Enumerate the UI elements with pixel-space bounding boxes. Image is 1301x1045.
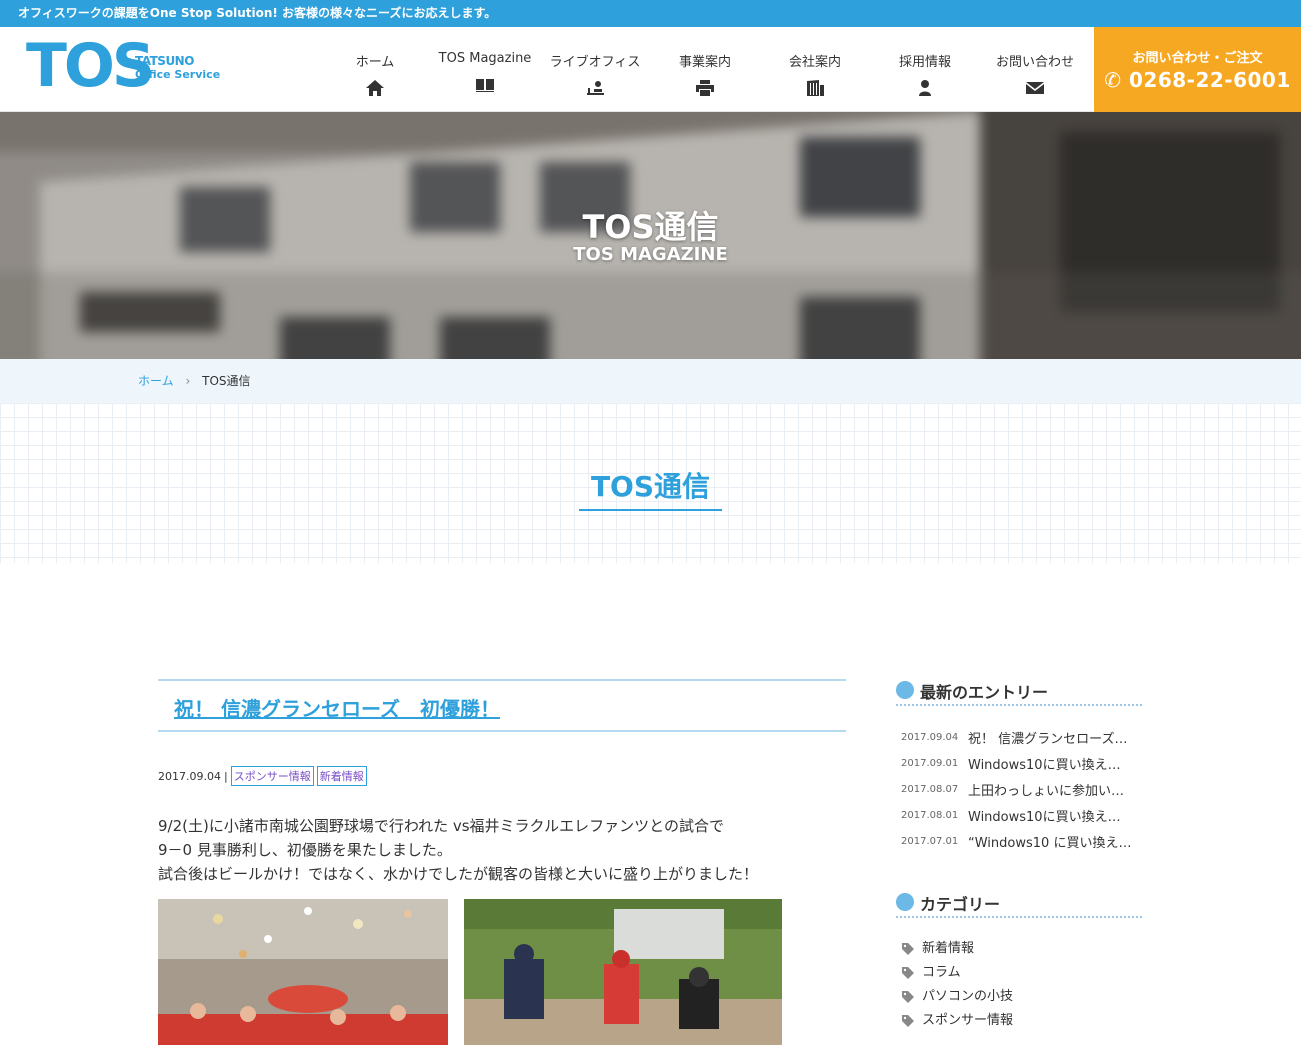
heading-bullet-icon — [896, 893, 914, 911]
nav-item-magazine[interactable]: TOS Magazine — [430, 27, 540, 112]
site-logo[interactable]: TOS TATSUNO Office Service — [26, 31, 226, 101]
logo-main-text: TOS — [26, 31, 155, 101]
article-date: 2017.09.04 — [158, 769, 221, 783]
tag-icon — [902, 1012, 914, 1027]
article-body: 9/2(土)に小諸市南城公園野球場で行われた vs福井ミラクルエレファンツとの試… — [158, 814, 758, 886]
top-announcement-bar: オフィスワークの課題をOne Stop Solution! お客様の様々なニーズ… — [0, 0, 1301, 27]
contact-title: お問い合わせ・ご注文 — [1132, 51, 1263, 66]
latest-entry-item[interactable]: 2017.09.01 Windows10に買い換え… — [901, 753, 1141, 773]
latest-entry-item[interactable]: 2017.09.04 祝！ 信濃グランセローズ… — [901, 727, 1141, 747]
nav-item-company[interactable]: 会社案内 — [760, 27, 870, 112]
nav-label: TOS Magazine — [438, 51, 532, 66]
entry-title: “Windows10 に買い換え… — [968, 835, 1132, 851]
desk-icon — [585, 79, 605, 97]
tag-sponsor[interactable]: スポンサー情報 — [230, 766, 314, 786]
entry-date: 2017.09.01 — [901, 757, 959, 769]
category-heading-text: カテゴリー — [920, 895, 1001, 914]
logo-line2: Office Service — [135, 68, 221, 81]
logo-line1: TATSUNO — [135, 54, 194, 68]
tag-icon — [902, 988, 914, 1003]
page-title-band: TOS通信 — [0, 403, 1301, 563]
nav-item-live-office[interactable]: ライブオフィス — [540, 27, 650, 112]
article-title-link[interactable]: 祝！ 信濃グランセローズ 初優勝！ — [174, 693, 500, 722]
printer-icon — [695, 79, 715, 97]
nav-item-home[interactable]: ホーム — [320, 27, 430, 112]
announcement-text: オフィスワークの課題をOne Stop Solution! お客様の様々なニーズ… — [18, 6, 497, 20]
nav-item-business[interactable]: 事業案内 — [650, 27, 760, 112]
latest-entry-item[interactable]: 2017.08.07 上田わっしょいに参加い… — [901, 779, 1141, 799]
category-label: スポンサー情報 — [922, 1012, 1014, 1028]
site-header: TOS TATSUNO Office Service ホーム TOS Magaz… — [0, 27, 1301, 112]
page-title: TOS通信 — [0, 465, 1301, 511]
entry-date: 2017.07.01 — [901, 835, 959, 847]
latest-entry-item[interactable]: 2017.08.01 Windows10に買い換え… — [901, 805, 1141, 825]
nav-label: お問い合わせ — [995, 55, 1074, 70]
phone-icon: ✆ — [1104, 68, 1122, 92]
category-item-pc-tips[interactable]: パソコンの小技 — [902, 984, 1013, 1004]
mail-icon — [1025, 79, 1045, 97]
article-meta: 2017.09.04 | スポンサー情報 新着情報 — [158, 766, 370, 786]
latest-entry-item[interactable]: 2017.07.01 “Windows10 に買い換え… — [901, 831, 1141, 851]
person-icon — [915, 79, 935, 97]
category-label: パソコンの小技 — [922, 988, 1014, 1004]
article-title-box: 祝！ 信濃グランセローズ 初優勝！ — [158, 679, 846, 732]
entry-title: 上田わっしょいに参加い… — [968, 783, 1125, 799]
category-item-sponsor[interactable]: スポンサー情報 — [902, 1008, 1013, 1028]
article-paragraph-line: 9/2(土)に小諸市南城公園野球場で行われた vs福井ミラクルエレファンツとの試… — [158, 817, 724, 835]
entry-title: Windows10に買い換え… — [968, 757, 1121, 773]
tag-news[interactable]: 新着情報 — [316, 766, 367, 786]
contact-phone-number: ✆ 0268-22-6001 — [1104, 68, 1291, 92]
hero-banner: TOS通信 TOS MAGAZINE — [0, 112, 1301, 359]
category-item-news[interactable]: 新着情報 — [902, 936, 974, 956]
nav-label: 会社案内 — [788, 55, 841, 70]
entry-date: 2017.08.07 — [901, 783, 959, 795]
latest-entries-heading: 最新のエントリー — [896, 678, 1142, 706]
nav-label: 事業案内 — [678, 55, 731, 70]
entry-date: 2017.09.04 — [901, 731, 959, 743]
book-icon — [475, 75, 495, 93]
heading-bullet-icon — [896, 681, 914, 699]
category-item-column[interactable]: コラム — [902, 960, 961, 980]
contact-phone-button[interactable]: お問い合わせ・ご注文 ✆ 0268-22-6001 — [1094, 27, 1301, 112]
breadcrumb-home-link[interactable]: ホーム — [138, 374, 174, 388]
article-paragraph-line: 9－0 見事勝利し、初優勝を果たしました。 — [158, 841, 452, 859]
nav-label: ライブオフィス — [549, 55, 641, 70]
nav-item-contact[interactable]: お問い合わせ — [980, 27, 1090, 112]
hero-title: TOS通信 — [582, 208, 719, 246]
main-nav: ホーム TOS Magazine ライブオフィス 事業案内 会社案内 採用情報 … — [320, 27, 1090, 112]
article-photo-celebration — [158, 899, 448, 1045]
page-title-text: TOS通信 — [578, 465, 723, 511]
hero-subtitle: TOS MAGAZINE — [573, 244, 728, 265]
breadcrumb-current: TOS通信 — [202, 374, 251, 388]
category-label: 新着情報 — [922, 940, 975, 956]
building-icon — [805, 79, 825, 97]
entry-date: 2017.08.01 — [901, 809, 959, 821]
nav-item-recruit[interactable]: 採用情報 — [870, 27, 980, 112]
category-heading: カテゴリー — [896, 890, 1142, 918]
category-label: コラム — [922, 964, 961, 980]
nav-label: 採用情報 — [898, 55, 951, 70]
entry-title: Windows10に買い換え… — [968, 809, 1121, 825]
article-photo-game — [464, 899, 782, 1045]
tag-icon — [902, 964, 914, 979]
breadcrumb: ホーム › TOS通信 — [0, 359, 1301, 403]
nav-label: ホーム — [355, 55, 395, 70]
latest-entries-heading-text: 最新のエントリー — [920, 683, 1049, 702]
home-icon — [365, 79, 385, 97]
article-paragraph-line: 試合後はビールかけ！ではなく、水かけでしたが観客の皆様と大いに盛り上がりました！ — [158, 865, 759, 883]
breadcrumb-separator: › — [185, 374, 191, 388]
entry-title: 祝！ 信濃グランセローズ… — [968, 731, 1128, 747]
meta-separator: | — [223, 769, 228, 783]
tag-icon — [902, 940, 914, 955]
